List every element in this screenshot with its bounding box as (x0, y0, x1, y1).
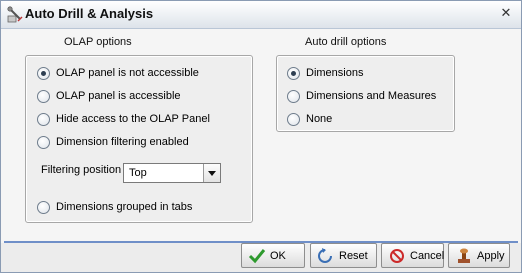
radio-olap-not-accessible[interactable]: OLAP panel is not accessible (37, 65, 199, 81)
radio-dimension-filtering[interactable]: Dimension filtering enabled (37, 134, 189, 150)
cancel-label: Cancel (410, 249, 445, 262)
ok-label: OK (270, 249, 286, 262)
drill-wrench-icon (7, 6, 23, 23)
apply-button[interactable]: Apply (448, 243, 510, 268)
radio-none[interactable]: None (287, 111, 332, 127)
reset-label: Reset (339, 249, 368, 262)
apply-label: Apply (477, 249, 505, 262)
filtering-position-value: Top (129, 167, 147, 179)
option-label: OLAP panel is accessible (56, 90, 181, 102)
option-label: Dimensions (306, 67, 364, 79)
chevron-down-icon[interactable] (203, 164, 220, 182)
filtering-position-select[interactable]: Top (123, 163, 221, 183)
reset-button[interactable]: Reset (310, 243, 377, 268)
close-icon[interactable]: ✕ (499, 7, 513, 21)
reset-icon (318, 247, 332, 263)
radio-button[interactable] (287, 89, 300, 103)
cancel-icon (390, 248, 404, 263)
title-bar: Auto Drill & Analysis ✕ (1, 1, 521, 29)
ok-button[interactable]: OK (241, 243, 305, 268)
radio-button[interactable] (37, 66, 50, 80)
radio-button[interactable] (287, 112, 300, 126)
radio-button[interactable] (287, 66, 300, 80)
option-label: None (306, 113, 333, 125)
radio-dimensions[interactable]: Dimensions (287, 65, 363, 81)
radio-hide-olap-panel[interactable]: Hide access to the OLAP Panel (37, 111, 210, 127)
radio-dimensions-grouped-tabs[interactable]: Dimensions grouped in tabs (37, 199, 192, 215)
filtering-position-label: Filtering position (41, 164, 122, 176)
option-label: Dimension filtering enabled (56, 136, 189, 148)
olap-options-heading: OLAP options (64, 36, 132, 48)
apply-stamp-icon (458, 248, 470, 263)
radio-button[interactable] (37, 112, 50, 126)
radio-dimensions-and-measures[interactable]: Dimensions and Measures (287, 88, 436, 104)
radio-olap-accessible[interactable]: OLAP panel is accessible (37, 88, 181, 104)
button-bar: OK Reset Cancel Apply (1, 243, 521, 272)
radio-button[interactable] (37, 89, 50, 103)
auto-drill-options-heading: Auto drill options (305, 36, 387, 48)
cancel-button[interactable]: Cancel (381, 243, 444, 268)
option-label: Hide access to the OLAP Panel (56, 113, 210, 125)
auto-drill-dialog: Auto Drill & Analysis ✕ OLAP options OLA… (0, 0, 522, 273)
radio-button[interactable] (37, 135, 50, 149)
dialog-title: Auto Drill & Analysis (25, 6, 154, 21)
option-label: Dimensions grouped in tabs (56, 201, 193, 213)
checkmark-icon (248, 248, 266, 263)
option-label: OLAP panel is not accessible (56, 67, 199, 79)
option-label: Dimensions and Measures (306, 90, 437, 102)
radio-button[interactable] (37, 200, 50, 214)
